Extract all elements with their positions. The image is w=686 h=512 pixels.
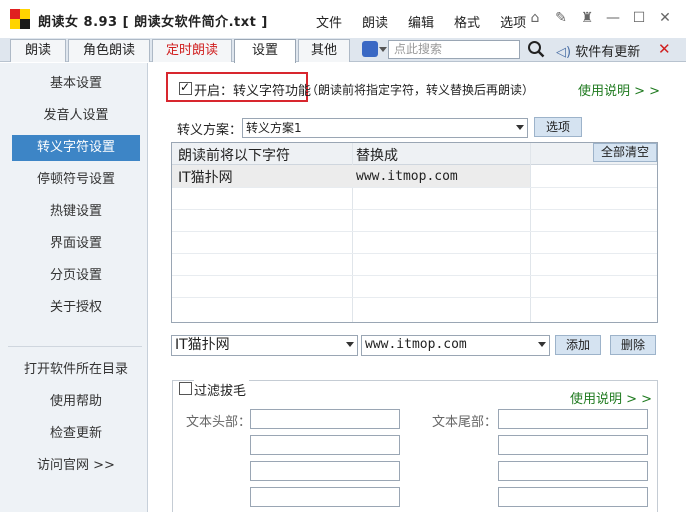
enable-escape-checkbox[interactable] <box>179 80 192 95</box>
row-from-cell: IT猫扑网 <box>178 170 233 186</box>
tab-settings[interactable]: 设置 <box>234 39 296 63</box>
sidebar-item-basic[interactable]: 基本设置 <box>12 71 140 97</box>
check-update-link[interactable]: 检查更新 <box>12 421 140 447</box>
sidebar-item-pause[interactable]: 停顿符号设置 <box>12 167 140 193</box>
row-divider <box>172 231 657 232</box>
tab-read[interactable]: 朗读 <box>10 39 66 62</box>
escape-help-link[interactable]: 使用说明 > > <box>578 80 660 99</box>
row-divider <box>172 253 657 254</box>
visit-website-link[interactable]: 访问官网 >> <box>12 453 140 479</box>
clear-all-button[interactable]: 全部清空 <box>593 143 657 162</box>
tab-timed-read[interactable]: 定时朗读 <box>152 39 232 62</box>
minimize-icon[interactable]: — <box>600 10 626 26</box>
row-divider <box>172 297 657 298</box>
from-value: IT猫扑网 <box>175 337 230 353</box>
head-input-1[interactable] <box>250 409 400 429</box>
row-divider <box>172 275 657 276</box>
enable-escape-label: 开启：转义字符功能 <box>194 84 312 99</box>
tail-input-2[interactable] <box>498 435 648 455</box>
maximize-icon[interactable]: ☐ <box>626 10 652 26</box>
close-icon[interactable]: ✕ <box>652 10 678 26</box>
row-divider <box>172 209 657 210</box>
speaker-icon: ◁) <box>556 45 572 60</box>
head-input-4[interactable] <box>250 487 400 507</box>
open-folder-link[interactable]: 打开软件所在目录 <box>12 357 140 383</box>
delete-button[interactable]: 删除 <box>610 335 656 355</box>
scheme-value: 转义方案1 <box>246 121 302 135</box>
skin-icon[interactable]: ♜ <box>574 10 600 26</box>
row-divider <box>172 187 657 188</box>
head-input-2[interactable] <box>250 435 400 455</box>
chevron-down-icon <box>538 342 546 347</box>
sidebar-item-voice[interactable]: 发音人设置 <box>12 103 140 129</box>
column-header-from: 朗读前将以下字符 <box>178 148 290 164</box>
head-input-3[interactable] <box>250 461 400 481</box>
sidebar-divider <box>8 346 142 347</box>
paw-settings-icon[interactable] <box>362 41 387 57</box>
sidebar-item-license[interactable]: 关于授权 <box>12 295 140 321</box>
escape-hint: （朗读前将指定字符，转义替换后再朗读） <box>306 83 535 97</box>
app-logo-icon <box>10 9 30 29</box>
menu-bar: 文件 朗读 编辑 格式 选项 <box>316 12 546 31</box>
tail-input-4[interactable] <box>498 487 648 507</box>
tail-input-3[interactable] <box>498 461 648 481</box>
col-divider <box>530 143 531 322</box>
scheme-select[interactable]: 转义方案1 <box>242 118 528 138</box>
head-label: 文本头部： <box>186 415 252 430</box>
to-input[interactable]: www.itmop.com <box>361 335 550 356</box>
search-icon[interactable] <box>527 40 545 58</box>
row-to-cell: www.itmop.com <box>356 169 458 184</box>
menu-file[interactable]: 文件 <box>316 12 342 31</box>
title-bar: 朗读女 8.93 [ 朗读女软件简介.txt ] 文件 朗读 编辑 格式 选项 … <box>0 0 686 38</box>
column-header-to: 替换成 <box>356 148 398 164</box>
tail-input-1[interactable] <box>498 409 648 429</box>
menu-read[interactable]: 朗读 <box>362 12 388 31</box>
options-button[interactable]: 选项 <box>534 117 582 137</box>
home-icon[interactable]: ⌂ <box>522 10 548 26</box>
menu-format[interactable]: 格式 <box>454 12 480 31</box>
tab-role-read[interactable]: 角色朗读 <box>68 39 150 62</box>
update-notice[interactable]: ◁) 软件有更新 <box>556 41 640 60</box>
search-input[interactable]: 点此搜索 <box>388 40 520 59</box>
menu-edit[interactable]: 编辑 <box>408 12 434 31</box>
filter-label: 过滤拔毛 <box>194 380 250 399</box>
tail-label: 文本尾部： <box>432 415 498 430</box>
chevron-down-icon <box>346 342 354 347</box>
sidebar-item-hotkey[interactable]: 热键设置 <box>12 199 140 225</box>
chevron-down-icon <box>516 125 524 130</box>
sidebar-item-escape[interactable]: 转义字符设置 <box>12 135 140 161</box>
sidebar: 基本设置 发音人设置 转义字符设置 停顿符号设置 热键设置 界面设置 分页设置 … <box>0 63 148 512</box>
scheme-label: 转义方案： <box>177 123 243 138</box>
help-link[interactable]: 使用帮助 <box>12 389 140 415</box>
escape-table: 朗读前将以下字符 替换成 全部清空 IT猫扑网 www.itmop.com <box>171 142 658 323</box>
add-button[interactable]: 添加 <box>555 335 601 355</box>
window-controls: ⌂ ✎ ♜ — ☐ ✕ <box>522 10 678 26</box>
tab-other[interactable]: 其他 <box>298 39 350 62</box>
sidebar-item-interface[interactable]: 界面设置 <box>12 231 140 257</box>
to-value: www.itmop.com <box>365 337 467 352</box>
update-label: 软件有更新 <box>575 45 641 60</box>
tab-bar: 朗读 角色朗读 定时朗读 设置 其他 点此搜索 ◁) 软件有更新 ✕ <box>0 38 686 63</box>
sidebar-item-paging[interactable]: 分页设置 <box>12 263 140 289</box>
filter-checkbox[interactable] <box>179 382 192 395</box>
from-input[interactable]: IT猫扑网 <box>171 335 358 356</box>
tools-icon[interactable]: ✎ <box>548 10 574 26</box>
filter-help-link[interactable]: 使用说明 > > <box>570 388 652 407</box>
window-title: 朗读女 8.93 [ 朗读女软件简介.txt ] <box>38 15 268 30</box>
close-update-icon[interactable]: ✕ <box>658 40 671 58</box>
